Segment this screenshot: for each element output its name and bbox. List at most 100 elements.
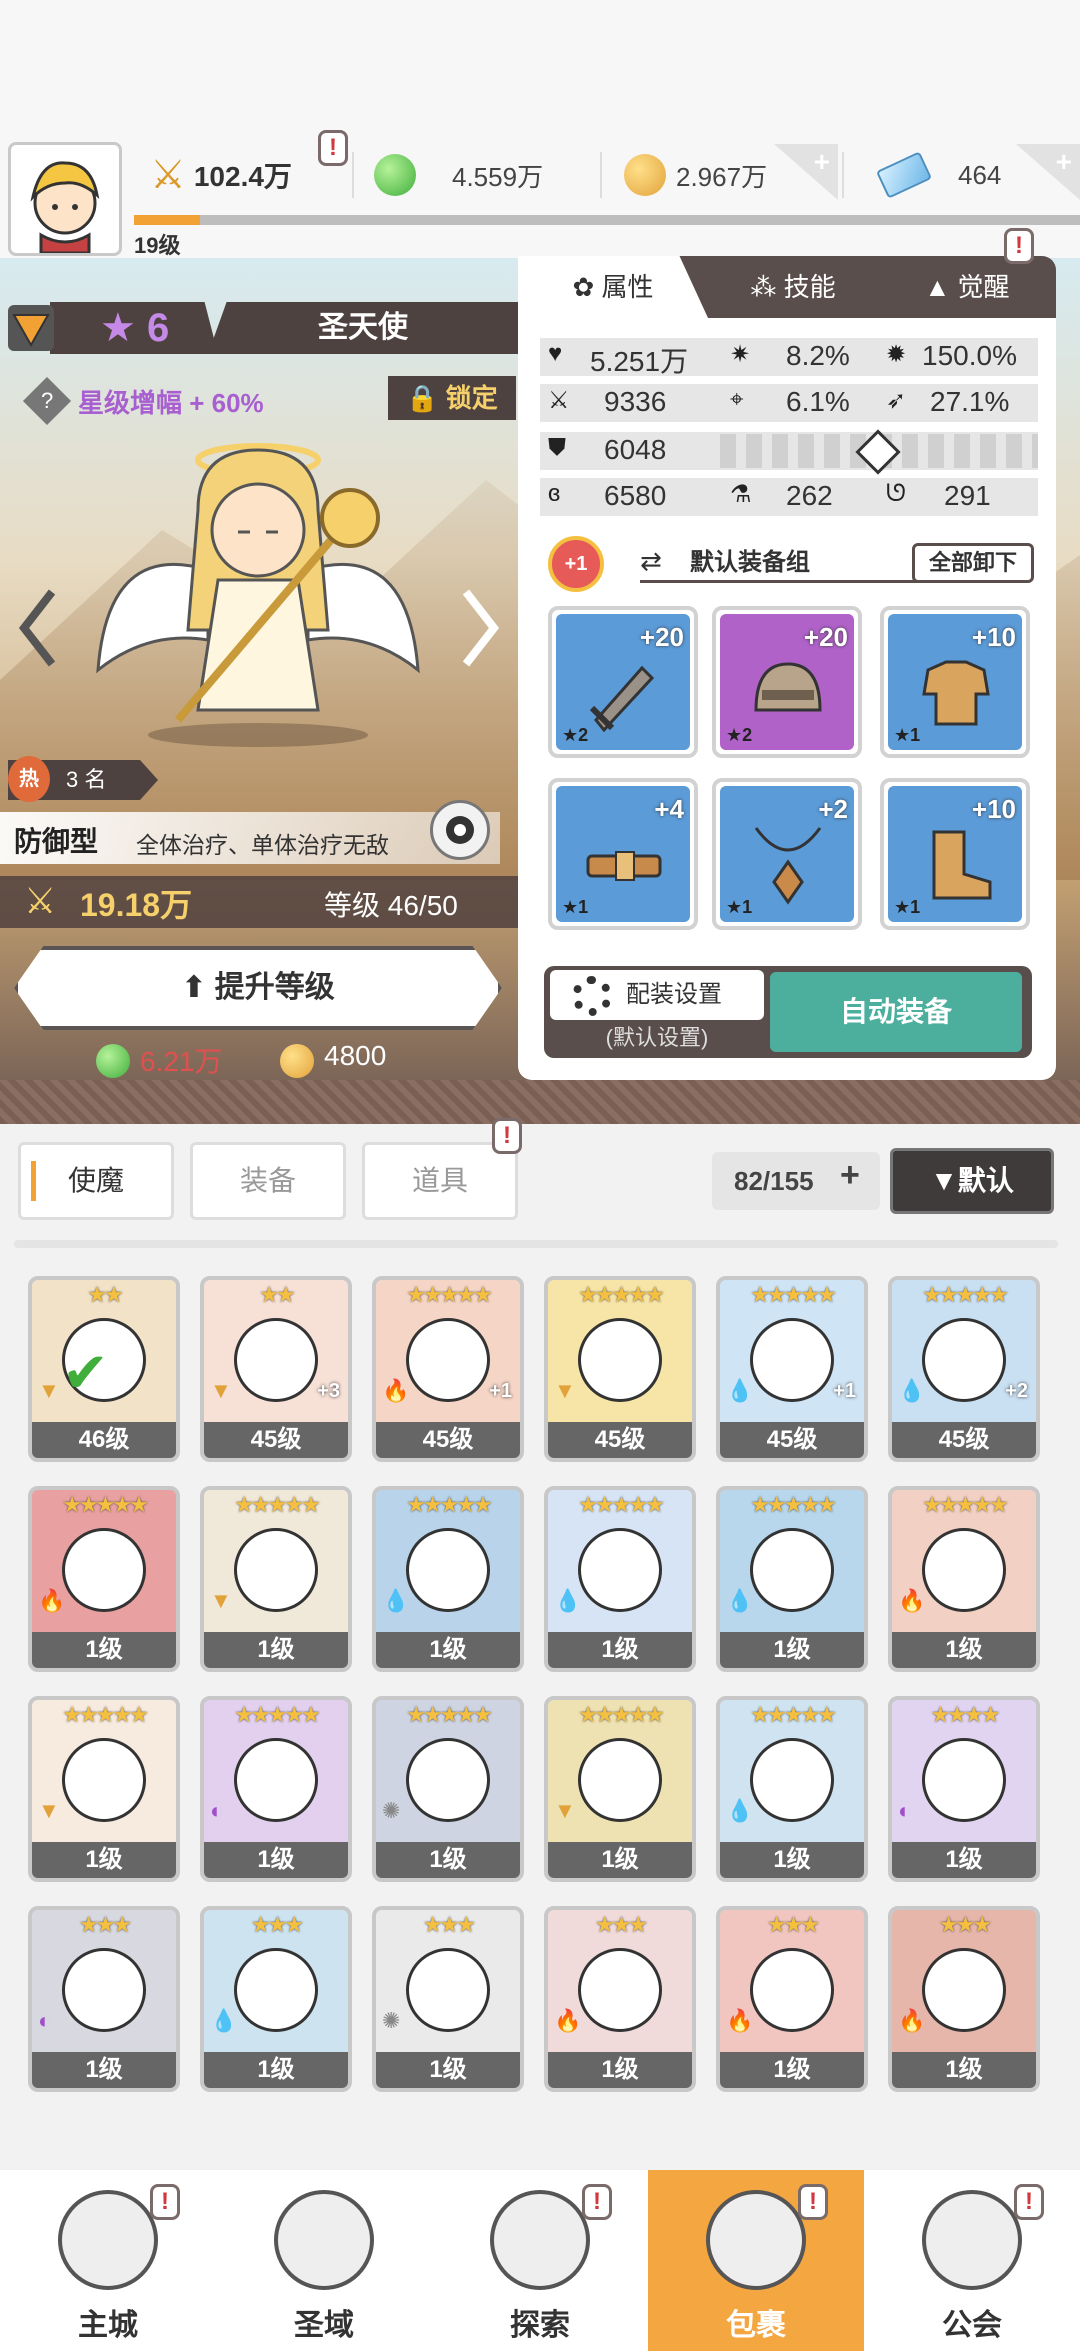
equip-group-selector[interactable]: 默认装备组 — [640, 543, 920, 583]
equip-slot-sword[interactable]: +20 ★2 — [548, 606, 698, 758]
equip-slot-necklace[interactable]: +2 ★1 — [712, 778, 862, 930]
attack-icon: ⚔ — [548, 387, 570, 414]
class-type-icon — [8, 305, 54, 351]
familiar-card[interactable]: ★★★★★ 💧 1级 — [372, 1486, 524, 1672]
familiar-face — [578, 1528, 662, 1612]
familiar-card[interactable]: ★★★★★ ◐ 1级 — [200, 1696, 352, 1882]
familiar-card[interactable]: ★★ ▼ 46级 ✔ — [28, 1276, 180, 1462]
familiar-card[interactable]: ★★★★★ ✺ 1级 — [372, 1696, 524, 1882]
familiar-face — [406, 1528, 490, 1612]
tab-items[interactable]: 道具 — [362, 1142, 518, 1220]
familiar-card[interactable]: ★★★ 🔥 1级 — [716, 1906, 868, 2092]
familiar-stars: ★★★★★ — [750, 1282, 837, 1307]
familiar-face — [750, 1738, 834, 1822]
familiar-face — [234, 1948, 318, 2032]
familiar-card[interactable]: ★★★★★ ▼ 1级 — [200, 1486, 352, 1672]
nav-guild[interactable]: 公会! — [864, 2170, 1080, 2351]
selected-check-icon: ✔ — [62, 1341, 109, 1404]
familiar-card[interactable]: ★★★★★ 💧 +2 45级 — [888, 1276, 1040, 1462]
sort-dropdown[interactable]: ▼默认 — [890, 1148, 1054, 1214]
familiar-card[interactable]: ★★★★★ 💧 1级 — [716, 1486, 868, 1672]
familiar-card[interactable]: ★★★★★ 🔥 1级 — [28, 1486, 180, 1672]
element-icon: 💧 — [726, 1588, 754, 1613]
familiar-level: 1级 — [204, 1632, 348, 1668]
divider — [842, 152, 844, 198]
familiar-card[interactable]: ★★★★★ 🔥 +1 45级 — [372, 1276, 524, 1462]
bag-icon — [706, 2190, 806, 2290]
tab-skills[interactable]: ⁂ 技能 — [708, 256, 878, 318]
diamond-icon — [875, 151, 933, 199]
lock-button[interactable]: 🔒 锁定 — [388, 376, 516, 420]
attribute-icon: ✿ — [572, 272, 595, 302]
familiar-card[interactable]: ★★★★★ 🔥 1级 — [888, 1486, 1040, 1672]
familiar-card[interactable]: ★★★★ ◐ 1级 — [888, 1696, 1040, 1882]
expand-capacity-button[interactable]: + — [840, 1156, 860, 1195]
sword-power-icon: ⚔ — [24, 880, 57, 921]
familiar-face — [62, 1948, 146, 2032]
stat-effect: 291 — [944, 480, 991, 511]
tab-attributes[interactable]: ✿ 属性 — [518, 256, 708, 318]
unequip-all-button[interactable]: 全部卸下 — [912, 543, 1034, 583]
green-gem-icon — [96, 1044, 130, 1078]
familiar-stars: ★★★ — [766, 1912, 820, 1937]
familiar-card[interactable]: ★★★★★ ▼ 1级 — [28, 1696, 180, 1882]
helmet-icon — [754, 662, 822, 712]
familiar-card[interactable]: ★★★★★ 💧 1级 — [716, 1696, 868, 1882]
power-display: ⚔ 102.4万 — [150, 150, 292, 200]
player-avatar[interactable] — [8, 142, 122, 256]
nav-vortex[interactable]: 圣域 — [216, 2170, 432, 2351]
familiar-bonus: +1 — [833, 1380, 856, 1402]
element-icon: ▼ — [210, 1378, 232, 1403]
familiar-face — [922, 1528, 1006, 1612]
nav-castle[interactable]: 主城! — [0, 2170, 216, 2351]
familiar-card[interactable]: ★★★ ✺ 1级 — [372, 1906, 524, 2092]
familiar-face — [234, 1318, 318, 1402]
green-gem-icon — [374, 154, 416, 196]
familiar-face — [234, 1738, 318, 1822]
familiar-stars: ★★★★ — [930, 1702, 1001, 1727]
belt-icon — [586, 851, 662, 881]
accuracy-icon: ⌖ — [730, 386, 744, 413]
plus-one-badge[interactable]: +1 — [548, 536, 604, 592]
element-icon: 🔥 — [554, 2008, 582, 2033]
slot-stars: ★1 — [894, 897, 921, 917]
next-hero-arrow-icon[interactable] — [460, 588, 500, 668]
element-icon: 💧 — [210, 2008, 238, 2033]
familiar-stars: ★★ — [87, 1282, 123, 1307]
evasion-icon: ⚗ — [730, 481, 752, 508]
familiar-card[interactable]: ★★★★★ 💧 1级 — [544, 1486, 696, 1672]
collection-count-value: 82/155 — [734, 1166, 814, 1196]
nav-sword-stone[interactable]: 探索! — [432, 2170, 648, 2351]
equip-slot-belt[interactable]: +4 ★1 — [548, 778, 698, 930]
rotate-view-button[interactable] — [430, 800, 490, 860]
familiar-card[interactable]: ★★★ 💧 1级 — [200, 1906, 352, 2092]
nav-bag[interactable]: 包裹! — [648, 2170, 864, 2351]
familiar-card[interactable]: ★★★★★ ▼ 45级 — [544, 1276, 696, 1462]
slot-level: +4 — [654, 794, 684, 824]
tab-familiars[interactable]: 使魔 — [18, 1142, 174, 1220]
hot-rank: 3 名 — [66, 767, 107, 792]
familiar-card[interactable]: ★★★★★ 💧 +1 45级 — [716, 1276, 868, 1462]
equip-slot-armor[interactable]: +10 ★1 — [880, 606, 1030, 758]
familiar-stars: ★★ — [259, 1282, 295, 1307]
element-icon: 💧 — [554, 1588, 582, 1613]
tab-equipment[interactable]: 装备 — [190, 1142, 346, 1220]
diamond-value: 464 — [958, 159, 1002, 190]
familiar-card[interactable]: ★★★ ◐ 1级 — [28, 1906, 180, 2092]
familiar-card[interactable]: ★★★★★ ▼ 1级 — [544, 1696, 696, 1882]
familiar-face — [750, 1528, 834, 1612]
divider — [600, 152, 602, 198]
prev-hero-arrow-icon[interactable] — [18, 588, 58, 668]
equip-slot-boots[interactable]: +10 ★1 — [880, 778, 1030, 930]
equip-slot-helmet[interactable]: +20 ★2 — [712, 606, 862, 758]
auto-equip-button[interactable]: 自动装备 — [770, 972, 1022, 1052]
familiar-card[interactable]: ★★★ 🔥 1级 — [544, 1906, 696, 2092]
arrow-up-icon: ⬆ — [181, 971, 207, 1004]
element-icon: 💧 — [898, 1378, 926, 1403]
loadout-config-sub: (默认设置) — [605, 1025, 709, 1050]
familiar-card[interactable]: ★★ ▼ +3 45级 — [200, 1276, 352, 1462]
gold-value: 2.967万 — [676, 161, 768, 192]
tab-awaken[interactable]: ▲ 觉醒 — [878, 256, 1056, 318]
upgrade-level-button[interactable]: ⬆ 提升等级 — [14, 946, 502, 1030]
familiar-card[interactable]: ★★★ 🔥 1级 — [888, 1906, 1040, 2092]
